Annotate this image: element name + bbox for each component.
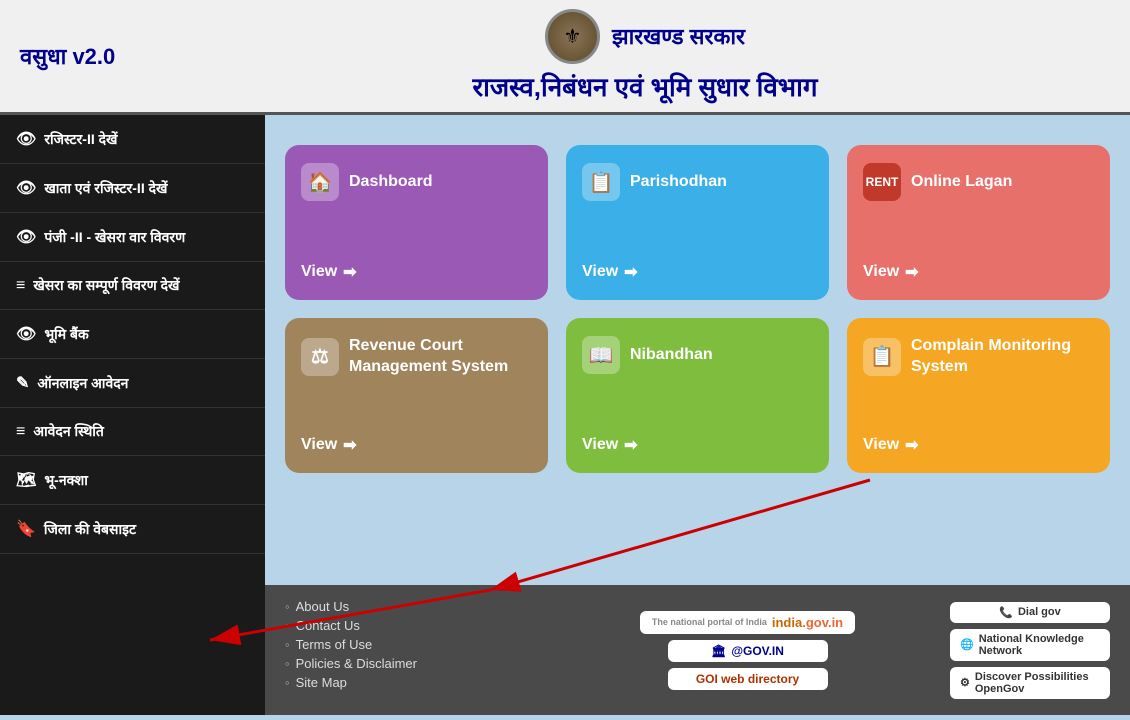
edit-icon: ✎ bbox=[16, 373, 29, 393]
dept-name: राजस्व,निबंधन एवं भूमि सुधार विभाग bbox=[473, 68, 818, 104]
footer: About Us Contact Us Terms of Use Policie… bbox=[265, 585, 1130, 715]
card-complain-monitoring[interactable]: 📋 Complain Monitoring System View ➡ bbox=[847, 318, 1110, 473]
logo-text: वसुधा v2.0 bbox=[20, 41, 180, 71]
card-revenue-court[interactable]: ⚖ Revenue Court Management System View ➡ bbox=[285, 318, 548, 473]
header-center: ⚜ झारखण्ड सरकार राजस्व,निबंधन एवं भूमि स… bbox=[180, 9, 1110, 104]
gov-emblem: ⚜ bbox=[545, 9, 600, 64]
card-dashboard-header: 🏠 Dashboard bbox=[301, 163, 532, 201]
lagan-icon: RENT bbox=[863, 163, 901, 201]
footer-link-policies[interactable]: Policies & Disclaimer bbox=[296, 656, 417, 671]
sidebar-item-bhu-naksha[interactable]: 🗺 भू-नक्शा bbox=[0, 456, 265, 505]
list-icon: ≡ bbox=[16, 423, 25, 441]
sidebar-item-khata-register2[interactable]: 👁 खाता एवं रजिस्टर-II देखें bbox=[0, 164, 265, 213]
bookmark-icon: 🔖 bbox=[16, 519, 36, 539]
footer-right: 📞 Dial gov 🌐 National Knowledge Network … bbox=[930, 585, 1130, 715]
footer-link-about[interactable]: About Us bbox=[296, 599, 349, 614]
sidebar-item-online-aavedan[interactable]: ✎ ऑनलाइन आवेदन bbox=[0, 359, 265, 408]
sidebar-item-aavedan-sthiti[interactable]: ≡ आवेदन स्थिति bbox=[0, 408, 265, 456]
badge-nkn[interactable]: 🌐 National Knowledge Network bbox=[950, 629, 1110, 661]
gov-name: झारखण्ड सरकार bbox=[612, 21, 745, 51]
eye-icon: 👁 bbox=[16, 129, 36, 149]
sidebar-item-register2[interactable]: 👁 रजिस्टर-II देखें bbox=[0, 115, 265, 164]
content-area: 🏠 Dashboard View ➡ 📋 Parishodhan bbox=[265, 115, 1130, 585]
footer-link-terms[interactable]: Terms of Use bbox=[296, 637, 373, 652]
footer-link-contact[interactable]: Contact Us bbox=[296, 618, 360, 633]
parishodhan-icon: 📋 bbox=[582, 163, 620, 201]
parishodhan-view: View ➡ bbox=[582, 262, 813, 282]
badge-dial-gov[interactable]: 📞 Dial gov bbox=[950, 602, 1110, 623]
footer-middle: The national portal of India india.gov.i… bbox=[565, 585, 930, 715]
badge-india-gov[interactable]: The national portal of India india.gov.i… bbox=[640, 611, 855, 634]
page-wrapper: वसुधा v2.0 ⚜ झारखण्ड सरकार राजस्व,निबंधन… bbox=[0, 0, 1130, 715]
revenue-icon: ⚖ bbox=[301, 338, 339, 376]
card-revenue-header: ⚖ Revenue Court Management System bbox=[301, 336, 532, 378]
complain-icon: 📋 bbox=[863, 338, 901, 376]
footer-links: About Us Contact Us Terms of Use Policie… bbox=[265, 585, 565, 715]
complain-view: View ➡ bbox=[863, 435, 1094, 455]
sidebar-item-bhumi-bank[interactable]: 👁 भूमि बैंक bbox=[0, 310, 265, 359]
revenue-view: View ➡ bbox=[301, 435, 532, 455]
card-parishodhan-header: 📋 Parishodhan bbox=[582, 163, 813, 201]
nibandhan-view: View ➡ bbox=[582, 435, 813, 455]
sidebar-item-panji2[interactable]: 👁 पंजी -II - खेसरा वार विवरण bbox=[0, 213, 265, 262]
eye-icon: 👁 bbox=[16, 178, 36, 198]
sidebar: 👁 रजिस्टर-II देखें 👁 खाता एवं रजिस्टर-II… bbox=[0, 115, 265, 715]
sidebar-item-jila-website[interactable]: 🔖 जिला की वेबसाइट bbox=[0, 505, 265, 554]
nibandhan-icon: 📖 bbox=[582, 336, 620, 374]
dashboard-icon: 🏠 bbox=[301, 163, 339, 201]
list-icon: ≡ bbox=[16, 277, 25, 295]
main-layout: 👁 रजिस्टर-II देखें 👁 खाता एवं रजिस्टर-II… bbox=[0, 115, 1130, 715]
header: वसुधा v2.0 ⚜ झारखण्ड सरकार राजस्व,निबंधन… bbox=[0, 0, 1130, 115]
card-parishodhan[interactable]: 📋 Parishodhan View ➡ bbox=[566, 145, 829, 300]
card-online-lagan[interactable]: RENT Online Lagan View ➡ bbox=[847, 145, 1110, 300]
footer-link-sitemap[interactable]: Site Map bbox=[296, 675, 347, 690]
card-nibandhan-header: 📖 Nibandhan bbox=[582, 336, 813, 374]
map-icon: 🗺 bbox=[16, 470, 36, 490]
sidebar-item-khesra-full[interactable]: ≡ खेसरा का सम्पूर्ण विवरण देखें bbox=[0, 262, 265, 310]
card-nibandhan[interactable]: 📖 Nibandhan View ➡ bbox=[566, 318, 829, 473]
dashboard-view: View ➡ bbox=[301, 262, 532, 282]
card-complain-header: 📋 Complain Monitoring System bbox=[863, 336, 1094, 378]
right-panel: 🏠 Dashboard View ➡ 📋 Parishodhan bbox=[265, 115, 1130, 715]
eye-icon: 👁 bbox=[16, 227, 36, 247]
cards-grid: 🏠 Dashboard View ➡ 📋 Parishodhan bbox=[285, 135, 1110, 483]
badge-goi-directory[interactable]: GOI web directory bbox=[668, 668, 828, 690]
gov-logo-row: ⚜ झारखण्ड सरकार bbox=[545, 9, 745, 64]
badge-gov-in[interactable]: 🏛 @GOV.IN bbox=[668, 640, 828, 662]
eye-icon: 👁 bbox=[16, 324, 36, 344]
lagan-view: View ➡ bbox=[863, 262, 1094, 282]
card-dashboard[interactable]: 🏠 Dashboard View ➡ bbox=[285, 145, 548, 300]
badge-opengov[interactable]: ⚙ Discover Possibilities OpenGov bbox=[950, 667, 1110, 699]
card-lagan-header: RENT Online Lagan bbox=[863, 163, 1094, 201]
